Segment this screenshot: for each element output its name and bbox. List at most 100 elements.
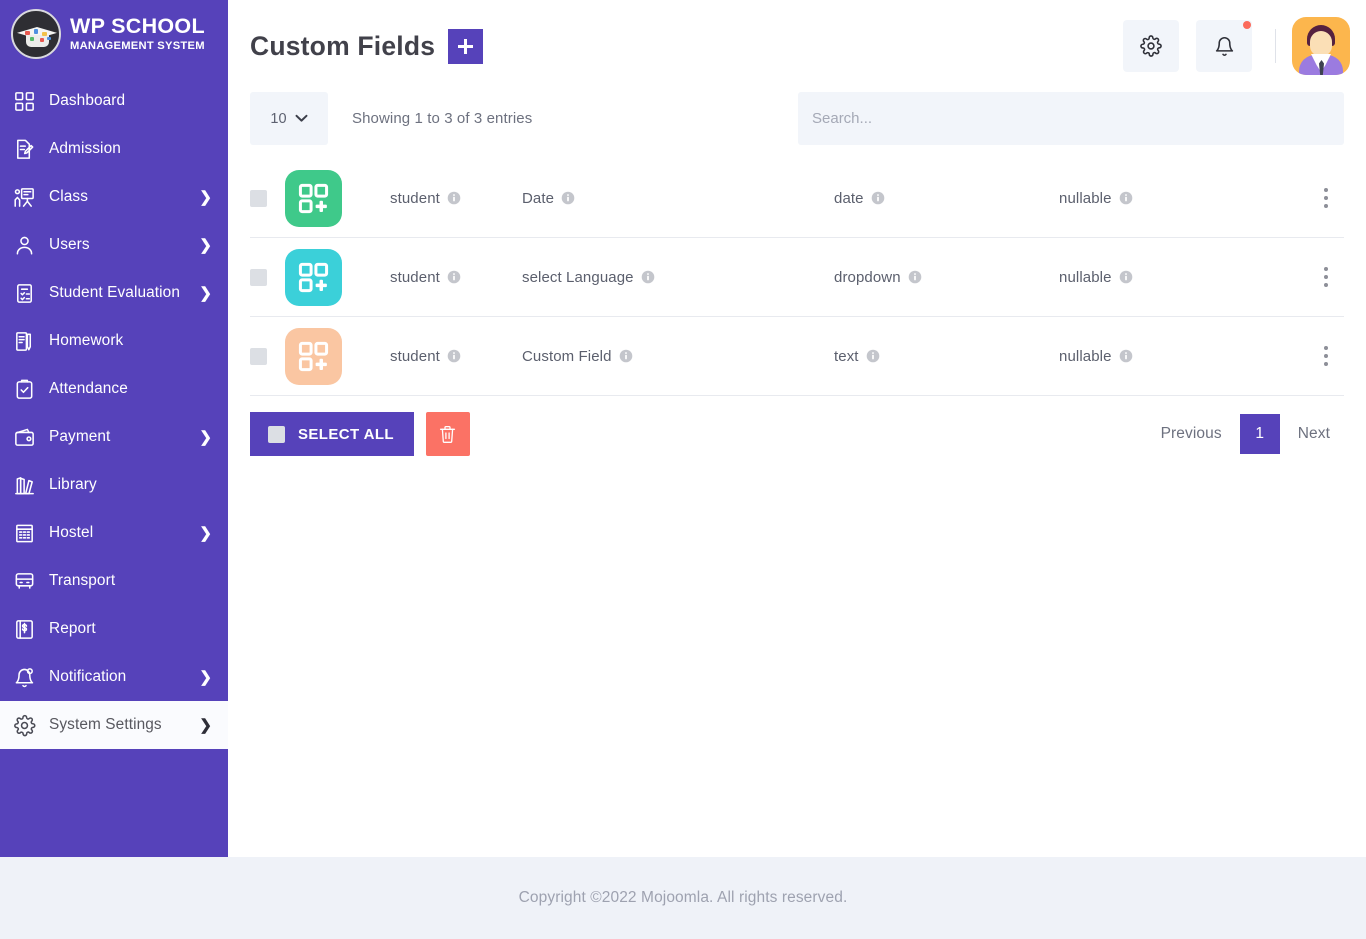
sidebar-item-label: Hostel [49, 524, 94, 541]
info-icon[interactable] [871, 191, 885, 205]
bell-icon [15, 667, 33, 687]
sidebar-item-library[interactable]: Library [0, 461, 228, 509]
sidebar-item-system-settings[interactable]: System Settings ❯ [0, 701, 228, 749]
cell-module: student [342, 269, 522, 286]
info-icon[interactable] [447, 270, 461, 284]
grid-icon [14, 91, 34, 111]
info-icon[interactable] [908, 270, 922, 284]
clipboard-tick-icon [16, 379, 32, 399]
content-area: 10 Showing 1 to 3 of 3 entries student D… [228, 92, 1366, 456]
sidebar-item-label: Library [49, 476, 97, 493]
row-checkbox[interactable] [250, 189, 267, 207]
info-icon[interactable] [641, 270, 655, 284]
sidebar-item-hostel[interactable]: Hostel ❯ [0, 509, 228, 557]
info-icon[interactable] [447, 191, 461, 205]
info-icon[interactable] [1119, 270, 1133, 284]
grid-plus-glyph [298, 262, 329, 292]
info-icon[interactable] [866, 349, 880, 363]
sidebar-item-label: Users [49, 236, 90, 253]
row-menu-button[interactable] [1313, 346, 1339, 366]
sidebar-item-dashboard[interactable]: Dashboard [0, 77, 228, 125]
cell-validation: nullable [1059, 348, 1313, 365]
sidebar-item-label: System Settings [49, 716, 162, 733]
brand-header[interactable]: WP SCHOOL MANAGEMENT SYSTEM [0, 0, 228, 68]
clipboard-check-icon [16, 283, 32, 303]
page-length-value: 10 [270, 110, 287, 127]
books-icon [14, 476, 34, 494]
cell-field-label: Date [522, 190, 834, 207]
delete-selected-button[interactable] [425, 412, 470, 456]
table-actions: SELECT ALL Previous 1 Next [250, 412, 1344, 456]
cell-field-type-text: text [834, 347, 859, 365]
sidebar-item-transport[interactable]: Transport [0, 557, 228, 605]
building-icon [11, 520, 37, 546]
books-icon [11, 472, 37, 498]
select-all-label: SELECT ALL [298, 425, 394, 443]
bell-icon [11, 664, 37, 690]
sidebar-item-notification[interactable]: Notification ❯ [0, 653, 228, 701]
info-icon[interactable] [1119, 349, 1133, 363]
row-menu-button[interactable] [1313, 267, 1339, 287]
row-checkbox[interactable] [250, 347, 267, 365]
book-pen-icon [15, 331, 31, 351]
brand-subtitle: MANAGEMENT SYSTEM [70, 39, 205, 52]
report-icon [15, 619, 33, 639]
sidebar-item-report[interactable]: Report [0, 605, 228, 653]
clipboard-check-icon [11, 280, 37, 306]
gear-icon [13, 714, 35, 736]
cell-validation: nullable [1059, 269, 1313, 286]
pagination-next[interactable]: Next [1284, 425, 1344, 443]
clipboard-tick-icon [11, 376, 37, 402]
add-custom-field-button[interactable] [448, 28, 484, 64]
sidebar-item-homework[interactable]: Homework [0, 317, 228, 365]
pagination-page-1[interactable]: 1 [1239, 414, 1280, 454]
wallet-icon [11, 424, 37, 450]
info-icon[interactable] [447, 349, 461, 363]
sidebar-item-attendance[interactable]: Attendance [0, 365, 228, 413]
avatar[interactable] [1292, 17, 1350, 75]
sidebar-item-student-evaluation[interactable]: Student Evaluation ❯ [0, 269, 228, 317]
sidebar-item-label: Transport [49, 572, 116, 589]
bus-icon [15, 572, 33, 589]
page-length-select[interactable]: 10 [250, 92, 328, 145]
sidebar-item-class[interactable]: Class ❯ [0, 173, 228, 221]
chevron-right-icon: ❯ [199, 188, 212, 206]
main-area: Custom Fields 10 Showing 1 to 3 of 3 ent… [228, 0, 1366, 939]
wallet-icon [14, 428, 34, 446]
settings-button[interactable] [1123, 20, 1179, 72]
grid-plus-glyph [298, 341, 329, 371]
table-row: student select Language dropdown nullabl… [250, 238, 1344, 317]
cell-field-type: dropdown [834, 269, 1059, 286]
footer: Copyright ©2022 Mojoomla. All rights res… [0, 857, 1366, 939]
cell-validation-text: nullable [1059, 189, 1112, 207]
cell-field-label-text: Date [522, 189, 555, 207]
cell-field-label-text: Custom Field [522, 347, 612, 365]
classroom-icon [11, 184, 37, 210]
cell-module-text: student [390, 347, 440, 365]
sidebar-item-label: Notification [49, 668, 127, 685]
cell-validation: nullable [1059, 190, 1313, 207]
info-icon[interactable] [561, 191, 575, 205]
cell-validation-text: nullable [1059, 347, 1112, 365]
row-menu-button[interactable] [1313, 188, 1339, 208]
notifications-button[interactable] [1196, 20, 1252, 72]
search-input[interactable] [798, 92, 1344, 145]
info-icon[interactable] [619, 349, 633, 363]
trash-icon [440, 425, 456, 443]
table-toolbar: 10 Showing 1 to 3 of 3 entries [250, 92, 1344, 145]
chevron-right-icon: ❯ [199, 284, 212, 302]
document-pen-icon [11, 136, 37, 162]
select-all-button[interactable]: SELECT ALL [250, 412, 414, 456]
chevron-down-icon [295, 114, 308, 122]
cell-validation-text: nullable [1059, 268, 1112, 286]
book-pen-icon [11, 328, 37, 354]
document-pen-icon [16, 139, 33, 159]
user-icon [11, 232, 37, 258]
pagination-previous[interactable]: Previous [1147, 425, 1236, 443]
sidebar-item-admission[interactable]: Admission [0, 125, 228, 173]
sidebar-item-payment[interactable]: Payment ❯ [0, 413, 228, 461]
info-icon[interactable] [1119, 191, 1133, 205]
sidebar-item-users[interactable]: Users ❯ [0, 221, 228, 269]
sidebar-item-label: Admission [49, 140, 121, 157]
row-checkbox[interactable] [250, 268, 267, 286]
